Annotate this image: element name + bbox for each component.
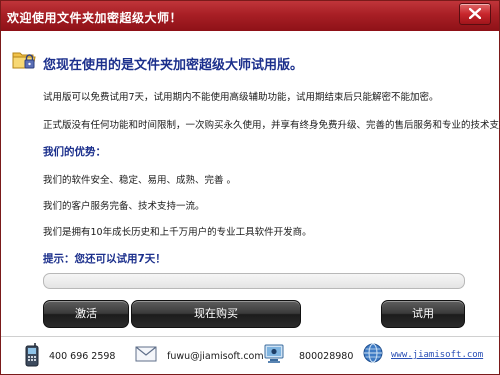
globe-icon xyxy=(363,343,383,363)
contact-email: fuwu@jiamisoft.com xyxy=(167,351,264,362)
website-link[interactable]: www.jiamisoft.com xyxy=(391,350,483,360)
contact-phone: 400 696 2598 xyxy=(49,351,116,362)
activate-button[interactable]: 激活 xyxy=(43,300,129,328)
page-heading: 您现在使用的是文件夹加密超级大师试用版。 xyxy=(43,58,304,73)
buy-now-button[interactable]: 现在购买 xyxy=(131,300,301,328)
trial-progress-bar xyxy=(43,273,465,289)
folder-lock-icon xyxy=(12,52,36,69)
advantage-item: 我们的客户服务完备、技术支持一流。 xyxy=(43,201,205,212)
advantages-title: 我们的优势： xyxy=(43,146,106,158)
trial-note: 试用版可以免费试用7天，试用期内不能使用高级辅助功能，试用期结束后只能解密不能加… xyxy=(43,92,439,103)
close-icon xyxy=(469,8,481,19)
close-button[interactable] xyxy=(459,3,491,25)
full-version-note: 正式版没有任何功能和时间限制，一次购买永久使用，并享有终身免费升级、完善的售后服… xyxy=(43,120,500,131)
qq-icon xyxy=(264,344,284,363)
footer-divider xyxy=(1,336,499,337)
phone-icon xyxy=(25,343,39,367)
title-bar[interactable]: 欢迎使用文件夹加密超级大师！ xyxy=(1,1,499,31)
trial-tip: 提示：您还可以试用7天！ xyxy=(43,253,166,265)
trial-button[interactable]: 试用 xyxy=(381,300,465,328)
advantage-item: 我们的软件安全、稳定、易用、成熟、完善 。 xyxy=(43,175,237,186)
window-title: 欢迎使用文件夹加密超级大师！ xyxy=(7,11,183,25)
contact-qq: 800028980 xyxy=(299,351,354,362)
envelope-icon xyxy=(135,346,157,362)
dialog-window: 欢迎使用文件夹加密超级大师！ 您现在使用的是文件夹加密超级大师试用版。 试用版可… xyxy=(0,0,500,375)
advantage-item: 我们是拥有10年成长历史和上千万用户的专业工具软件开发商。 xyxy=(43,227,312,238)
